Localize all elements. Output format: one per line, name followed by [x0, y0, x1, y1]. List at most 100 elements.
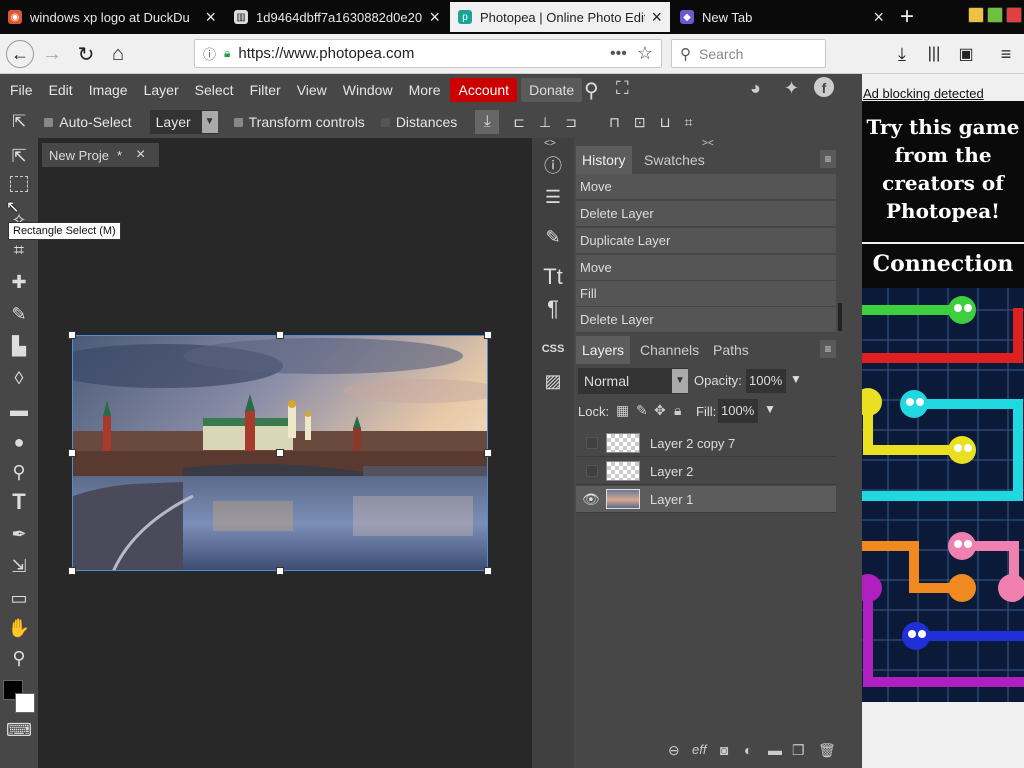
menu-edit[interactable]: Edit: [41, 78, 81, 102]
browser-tab-4[interactable]: ◆ New Tab ×: [672, 2, 892, 32]
layer-row[interactable]: Layer 2 copy 7: [576, 430, 836, 457]
back-arrow-icon[interactable]: ←: [6, 40, 34, 68]
layer-name[interactable]: Layer 1: [650, 492, 693, 507]
transform-handle-top-right[interactable]: [484, 331, 492, 339]
layer-name[interactable]: Layer 2: [650, 464, 693, 479]
search-icon[interactable]: ⚲: [584, 78, 599, 103]
lock-position-icon[interactable]: ✥: [654, 402, 666, 419]
browser-tab-3-active[interactable]: p Photopea | Online Photo Edit ×: [450, 2, 670, 32]
twitter-icon[interactable]: ✦: [784, 78, 799, 99]
layer-visibility-toggle[interactable]: [586, 437, 598, 449]
adjustments-icon[interactable]: ☰: [538, 182, 568, 212]
align-top-icon[interactable]: ⊓: [609, 114, 620, 131]
history-item[interactable]: Duplicate Layer: [576, 228, 836, 254]
ad-blocking-link[interactable]: Ad blocking detected: [863, 86, 984, 101]
transform-handle-bottom[interactable]: [276, 567, 284, 575]
home-icon[interactable]: ⌂: [106, 42, 130, 66]
history-item[interactable]: Fill: [576, 281, 836, 307]
new-layer-icon[interactable]: ❐: [792, 742, 805, 759]
facebook-icon[interactable]: f: [814, 77, 834, 97]
close-tab-icon[interactable]: ×: [651, 8, 662, 26]
download-icon[interactable]: ⤓: [475, 110, 500, 134]
rectangle-select-icon[interactable]: [10, 176, 28, 192]
fill-dropdown-icon[interactable]: ▼: [764, 402, 776, 416]
history-item[interactable]: Delete Layer: [576, 201, 836, 227]
sidebar-toggle-icon[interactable]: ▣: [954, 42, 978, 66]
css-icon[interactable]: CSS: [538, 334, 568, 364]
ad-game-board[interactable]: [862, 288, 1024, 702]
image-icon[interactable]: ▨: [538, 366, 568, 396]
brush-icon[interactable]: ✎: [7, 302, 31, 326]
zoom-icon[interactable]: ⚲: [7, 646, 31, 670]
shape-icon[interactable]: ▭: [7, 586, 31, 610]
text-tool-icon[interactable]: T: [7, 489, 31, 514]
lock-image-icon[interactable]: ✎: [636, 402, 648, 419]
menu-view[interactable]: View: [289, 78, 335, 102]
minimize-window-button[interactable]: [968, 7, 984, 23]
add-mask-icon[interactable]: ◙: [720, 742, 728, 758]
maximize-window-button[interactable]: [987, 7, 1003, 23]
transform-handle-left[interactable]: [68, 449, 76, 457]
history-item[interactable]: Move: [576, 174, 836, 200]
info-icon[interactable]: ⓘ: [203, 44, 216, 63]
transform-controls-checkbox[interactable]: [233, 117, 243, 127]
transform-handle-center[interactable]: [276, 449, 284, 457]
downloads-icon[interactable]: ⤓: [890, 42, 914, 66]
document-tab[interactable]: New Proje * ×: [42, 143, 159, 167]
new-tab-button[interactable]: +: [900, 3, 914, 31]
eye-icon[interactable]: 👁︎: [582, 491, 600, 508]
bookmark-star-icon[interactable]: ☆: [637, 43, 653, 64]
donate-button[interactable]: Donate: [521, 78, 583, 102]
stamp-icon[interactable]: ▙: [7, 334, 31, 358]
eraser-icon[interactable]: ◊: [7, 366, 31, 390]
url-bar[interactable]: ⓘ 🔒︎ https://www.photopea.com ••• ☆: [194, 39, 662, 68]
distribute-icon[interactable]: ⌗: [685, 114, 693, 131]
transform-handle-bottom-left[interactable]: [68, 567, 76, 575]
menu-select[interactable]: Select: [187, 78, 242, 102]
transform-handle-top[interactable]: [276, 331, 284, 339]
library-icon[interactable]: |||: [922, 42, 946, 66]
distances-checkbox[interactable]: [380, 117, 390, 127]
close-tab-icon[interactable]: ×: [429, 8, 440, 26]
auto-select-target-dropdown[interactable]: Layer ▼: [149, 110, 218, 134]
menu-layer[interactable]: Layer: [136, 78, 187, 102]
history-scrollbar[interactable]: [838, 303, 842, 331]
ad-game-title[interactable]: Connection: [862, 244, 1024, 288]
transform-handle-top-left[interactable]: [68, 331, 76, 339]
ad-headline[interactable]: Try this game from the creators of Photo…: [862, 101, 1024, 242]
menu-more[interactable]: More: [401, 78, 449, 102]
collapse-icon[interactable]: <>: [544, 138, 556, 149]
tab-channels[interactable]: Channels: [634, 336, 705, 364]
crop-icon[interactable]: ⌗: [7, 238, 31, 262]
layer-row[interactable]: Layer 2: [576, 458, 836, 485]
menu-file[interactable]: File: [2, 78, 41, 102]
pen-icon[interactable]: ✒: [7, 522, 31, 546]
browser-tab-2[interactable]: ▥ 1d9464dbff7a1630882d0e20 ×: [226, 2, 448, 32]
trash-icon[interactable]: 🗑︎: [818, 742, 836, 759]
url-text[interactable]: https://www.photopea.com: [238, 45, 610, 62]
reload-icon[interactable]: ↻: [74, 42, 98, 66]
panel-menu-icon[interactable]: ≡: [820, 340, 836, 358]
browser-search-box[interactable]: ⚲ Search: [671, 39, 826, 68]
lock-all-icon[interactable]: 🔒︎: [674, 402, 681, 419]
close-tab-icon[interactable]: ×: [873, 8, 884, 26]
close-window-button[interactable]: [1006, 7, 1022, 23]
forward-arrow-icon[interactable]: →: [40, 42, 64, 66]
page-actions-icon[interactable]: •••: [610, 45, 627, 63]
transform-handle-right[interactable]: [484, 449, 492, 457]
tab-layers[interactable]: Layers: [576, 336, 631, 364]
paragraph-icon[interactable]: ¶: [538, 294, 568, 324]
blend-mode-dropdown[interactable]: Normal ▼: [578, 368, 688, 394]
browser-tab-1[interactable]: ◉ windows xp logo at DuckDu ×: [0, 2, 224, 32]
lock-transparency-icon[interactable]: ▦: [616, 402, 629, 419]
keyboard-icon[interactable]: ⌨: [6, 718, 32, 742]
hand-icon[interactable]: ✋: [7, 616, 31, 640]
opacity-dropdown-icon[interactable]: ▼: [790, 372, 802, 386]
account-button[interactable]: Account: [450, 78, 518, 102]
menu-filter[interactable]: Filter: [242, 78, 289, 102]
auto-select-checkbox[interactable]: [44, 117, 54, 127]
dodge-icon[interactable]: ⚲: [7, 460, 31, 484]
close-tab-icon[interactable]: ×: [205, 8, 216, 26]
eyedropper-icon[interactable]: ✚: [7, 270, 31, 294]
transform-handle-bottom-right[interactable]: [484, 567, 492, 575]
